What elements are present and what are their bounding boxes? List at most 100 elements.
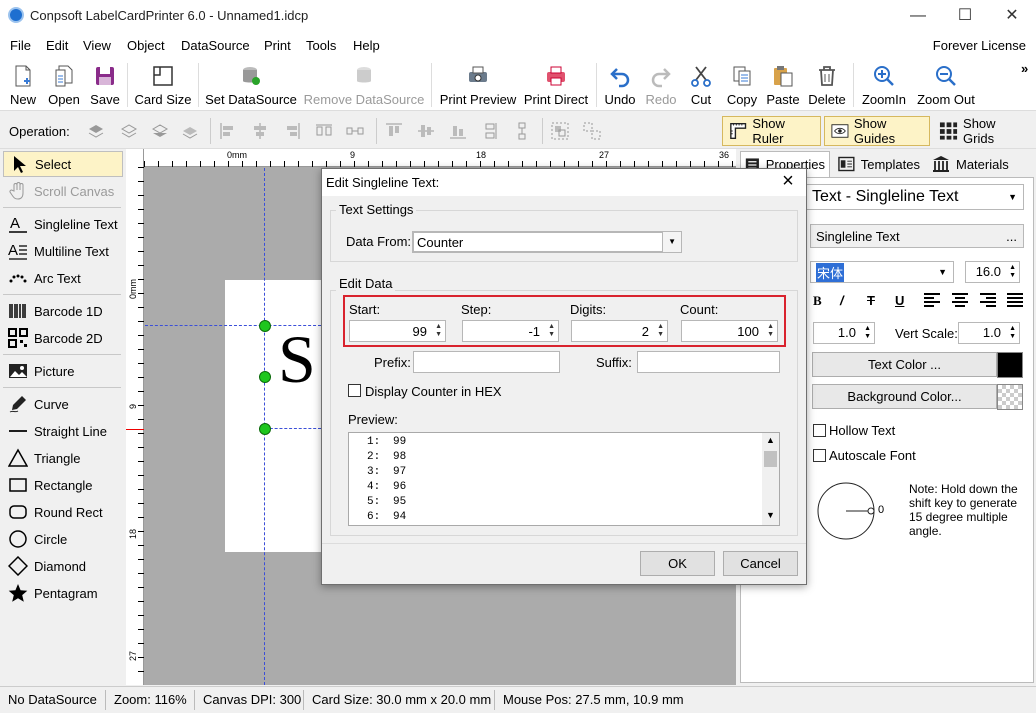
resize-handle[interactable] [259,423,271,435]
ungroup-icon[interactable] [583,122,601,140]
prefix-input[interactable] [413,351,560,373]
menu-tools[interactable]: Tools [306,38,336,53]
menu-file[interactable]: File [10,38,31,53]
paste-button[interactable]: Paste [764,61,802,109]
tool-singleline-text[interactable]: A Singleline Text [3,211,123,237]
set-datasource-button[interactable]: Set DataSource [205,61,297,109]
hor-scale-stepper[interactable]: 1.0 ▲ ▼ [813,322,875,344]
zoom-in-button[interactable]: ZoomIn [859,61,909,109]
align-middle-icon[interactable] [417,122,435,140]
scroll-down-icon[interactable]: ▼ [766,510,775,520]
toolbar-overflow-icon[interactable]: » [1021,61,1028,76]
scroll-thumb[interactable] [764,451,777,467]
send-backward-icon[interactable] [151,122,169,140]
start-stepper[interactable]: 99 ▲ ▼ [349,320,446,342]
space-vertical-icon[interactable] [513,122,531,140]
show-guides-toggle[interactable]: Show Guides [824,116,930,146]
zoom-out-button[interactable]: Zoom Out [914,61,978,109]
scroll-up-icon[interactable]: ▲ [766,435,775,445]
text-object[interactable]: S [278,324,316,394]
tool-round-rect[interactable]: Round Rect [3,499,123,525]
bring-to-front-icon[interactable] [87,122,105,140]
redo-button[interactable]: Redo [643,61,679,109]
tool-straight-line[interactable]: Straight Line [3,418,123,444]
tool-circle[interactable]: Circle [3,526,123,552]
tool-pentagram[interactable]: Pentagram [3,580,123,606]
vert-scale-stepper[interactable]: 1.0 ▲ ▼ [958,322,1020,344]
align-right-icon[interactable] [283,122,301,140]
undo-button[interactable]: Undo [602,61,638,109]
align-bottom-icon[interactable] [449,122,467,140]
tool-select[interactable]: Select [3,151,123,177]
show-grids-toggle[interactable]: Show Grids [933,116,1033,146]
print-direct-button[interactable]: Print Direct [522,61,590,109]
tool-scroll-canvas[interactable]: Scroll Canvas [3,178,123,204]
autoscale-font-checkbox[interactable] [813,449,826,462]
font-size-stepper[interactable]: 16.0 ▲ ▼ [965,261,1020,283]
copy-button[interactable]: Copy [724,61,760,109]
data-from-select[interactable]: Counter ▼ [412,231,682,253]
cancel-button[interactable]: Cancel [723,551,798,576]
menu-datasource[interactable]: DataSource [181,38,250,53]
align-center-text-icon[interactable] [951,292,969,308]
preview-scrollbar[interactable]: ▲ ▼ [762,433,779,525]
new-button[interactable]: New [6,61,40,109]
text-value-field[interactable]: Singleline Text ... [810,224,1024,248]
menu-print[interactable]: Print [264,38,291,53]
font-name-select[interactable]: 宋体 ▼ [810,261,954,283]
send-to-back-icon[interactable] [181,122,199,140]
save-button[interactable]: Save [88,61,122,109]
menu-view[interactable]: View [83,38,111,53]
cut-button[interactable]: Cut [686,61,716,109]
preview-list[interactable]: 1: 99 2: 98 3: 97 4: 96 5: 95 6: 94 ▲ ▼ [348,432,780,526]
bring-forward-icon[interactable] [120,122,138,140]
menu-object[interactable]: Object [127,38,165,53]
print-preview-button[interactable]: Print Preview [438,61,518,109]
digits-stepper[interactable]: 2 ▲ ▼ [571,320,668,342]
tool-triangle[interactable]: Triangle [3,445,123,471]
text-color-swatch[interactable] [997,352,1023,378]
group-icon[interactable] [551,122,569,140]
tool-picture[interactable]: Picture [3,358,123,384]
hex-checkbox[interactable] [348,384,361,397]
justify-text-icon[interactable] [1006,292,1024,308]
tool-barcode-1d[interactable]: Barcode 1D [3,298,123,324]
distribute-vertical-icon[interactable] [481,122,499,140]
tool-multiline-text[interactable]: A Multiline Text [3,238,123,264]
space-horizontal-icon[interactable] [346,122,364,140]
background-color-button[interactable]: Background Color... [812,384,997,409]
tool-rectangle[interactable]: Rectangle [3,472,123,498]
resize-handle[interactable] [259,320,271,332]
card-size-button[interactable]: Card Size [134,61,192,109]
distribute-horizontal-icon[interactable] [315,122,333,140]
text-color-button[interactable]: Text Color ... [812,352,997,377]
tool-barcode-2d[interactable]: Barcode 2D [3,325,123,351]
align-center-icon[interactable] [251,122,269,140]
open-button[interactable]: Open [45,61,83,109]
strikethrough-button[interactable]: T [867,293,875,308]
bold-button[interactable]: B [813,293,822,309]
align-right-text-icon[interactable] [979,292,997,308]
menu-edit[interactable]: Edit [46,38,68,53]
ellipsis-button[interactable]: ... [1006,229,1017,244]
close-icon[interactable]: ✕ [1002,6,1022,26]
hollow-text-checkbox[interactable] [813,424,826,437]
resize-handle[interactable] [259,371,271,383]
background-color-swatch[interactable] [997,384,1023,410]
maximize-icon[interactable]: ☐ [955,6,975,26]
minimize-icon[interactable]: — [908,6,928,26]
delete-button[interactable]: Delete [806,61,848,109]
ok-button[interactable]: OK [640,551,715,576]
align-left-text-icon[interactable] [923,292,941,308]
tool-diamond[interactable]: Diamond [3,553,123,579]
italic-icon[interactable]: / [840,293,844,308]
count-stepper[interactable]: 100 ▲ ▼ [681,320,778,342]
object-type-select[interactable]: Text - Singleline Text ▼ [806,184,1024,210]
menu-help[interactable]: Help [353,38,380,53]
tool-curve[interactable]: Curve [3,391,123,417]
align-top-icon[interactable] [385,122,403,140]
guide-line[interactable] [265,428,321,429]
suffix-input[interactable] [637,351,780,373]
underline-button[interactable]: U [895,293,904,308]
close-icon[interactable]: × [778,170,798,193]
